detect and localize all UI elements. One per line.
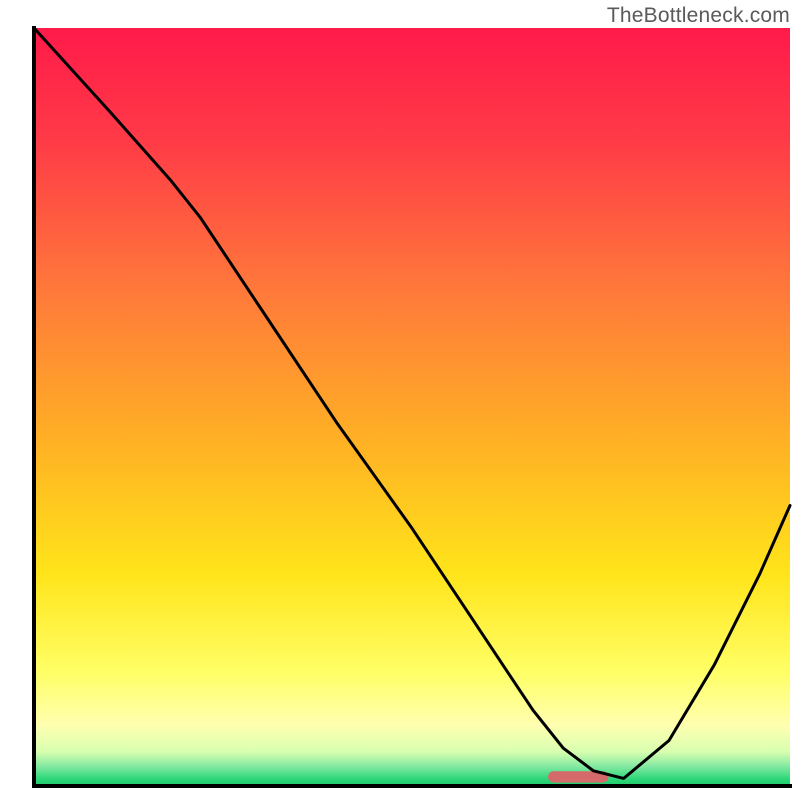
chart-root: TheBottleneck.com bbox=[0, 0, 800, 800]
chart-svg bbox=[0, 0, 800, 800]
chart-gradient-background bbox=[34, 28, 790, 786]
watermark-text: TheBottleneck.com bbox=[607, 4, 790, 28]
